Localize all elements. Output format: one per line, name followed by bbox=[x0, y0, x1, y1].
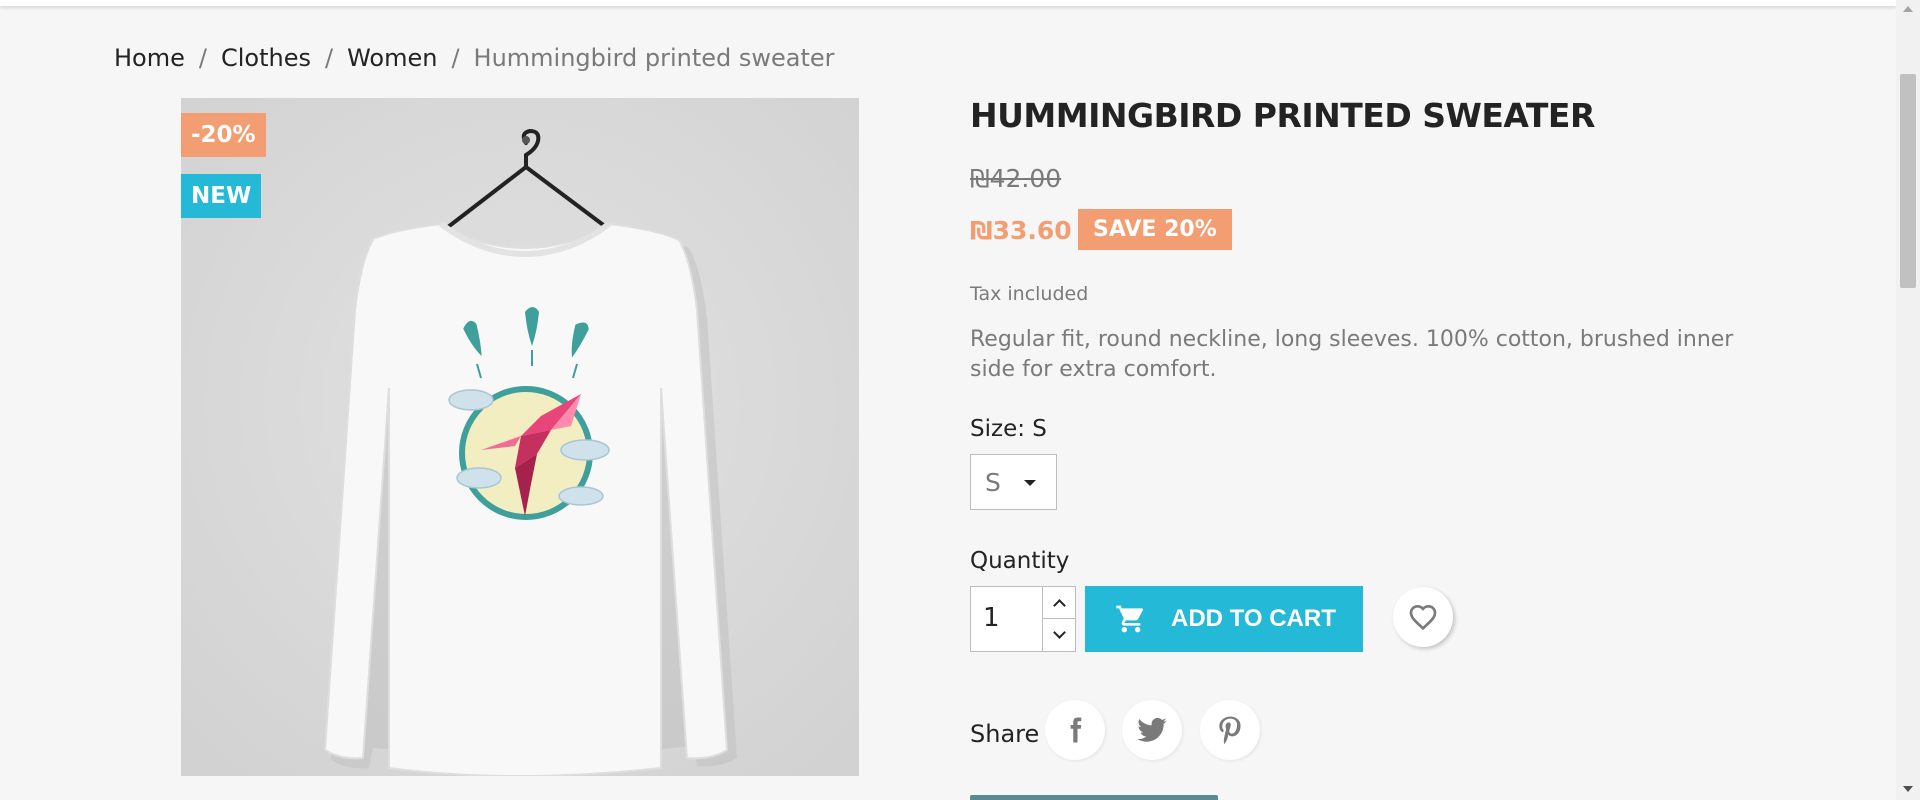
quantity-label: Quantity bbox=[970, 548, 1070, 574]
quantity-stepper bbox=[1042, 587, 1075, 651]
current-price: ₪33.60 bbox=[970, 216, 1072, 245]
breadcrumb-separator: / bbox=[198, 44, 207, 72]
breadcrumb-home[interactable]: Home bbox=[114, 44, 185, 72]
header-edge bbox=[0, 0, 1896, 6]
breadcrumb-separator: / bbox=[451, 44, 460, 72]
product-title: HUMMINGBIRD PRINTED SWEATER bbox=[970, 96, 1595, 135]
wishlist-button[interactable] bbox=[1393, 587, 1453, 647]
chevron-down-icon bbox=[1052, 626, 1066, 639]
add-to-cart-button[interactable]: ADD TO CART bbox=[1085, 586, 1363, 652]
share-facebook-button[interactable] bbox=[1045, 700, 1105, 760]
scroll-down-arrow-icon[interactable] bbox=[1903, 786, 1913, 792]
scrollbar-thumb[interactable] bbox=[1900, 74, 1916, 288]
breadcrumb-clothes[interactable]: Clothes bbox=[221, 44, 311, 72]
product-description: Regular fit, round neckline, long sleeve… bbox=[970, 327, 1734, 382]
regular-price: ₪42.00 bbox=[970, 164, 1062, 193]
caret-down-icon bbox=[1024, 480, 1036, 486]
add-to-cart-label: ADD TO CART bbox=[1171, 605, 1336, 632]
pinterest-icon bbox=[1219, 716, 1241, 744]
scroll-up-arrow-icon[interactable] bbox=[1903, 6, 1913, 12]
breadcrumb-women[interactable]: Women bbox=[347, 44, 437, 72]
tax-label: Tax included bbox=[970, 283, 1089, 305]
breadcrumb-separator: / bbox=[324, 44, 334, 72]
twitter-icon bbox=[1137, 717, 1167, 742]
share-label: Share bbox=[970, 720, 1040, 748]
new-badge: NEW bbox=[181, 174, 262, 218]
breadcrumb: Home / Clothes / Women / Hummingbird pri… bbox=[114, 44, 835, 72]
shopping-cart-icon bbox=[1116, 605, 1144, 633]
size-select[interactable]: S bbox=[970, 454, 1057, 510]
facebook-icon bbox=[1070, 717, 1082, 743]
discount-badge: -20% bbox=[181, 113, 266, 157]
heart-icon bbox=[1409, 604, 1437, 631]
product-tabs-edge bbox=[970, 795, 1218, 800]
quantity-decrement-button[interactable] bbox=[1043, 619, 1075, 651]
discount-percentage-badge: SAVE 20% bbox=[1078, 209, 1232, 250]
vertical-scrollbar[interactable] bbox=[1896, 0, 1920, 800]
chevron-up-icon bbox=[1052, 598, 1066, 612]
quantity-input[interactable]: 1 bbox=[970, 586, 1076, 652]
share-twitter-button[interactable] bbox=[1122, 700, 1182, 760]
breadcrumb-current: Hummingbird printed sweater bbox=[473, 44, 835, 72]
sweater-illustration bbox=[181, 98, 859, 776]
product-image[interactable] bbox=[181, 98, 859, 776]
quantity-increment-button[interactable] bbox=[1043, 587, 1075, 619]
quantity-value[interactable]: 1 bbox=[983, 603, 1000, 633]
size-label: Size: S bbox=[970, 416, 1047, 442]
share-pinterest-button[interactable] bbox=[1200, 700, 1260, 760]
size-select-value: S bbox=[985, 467, 1001, 497]
